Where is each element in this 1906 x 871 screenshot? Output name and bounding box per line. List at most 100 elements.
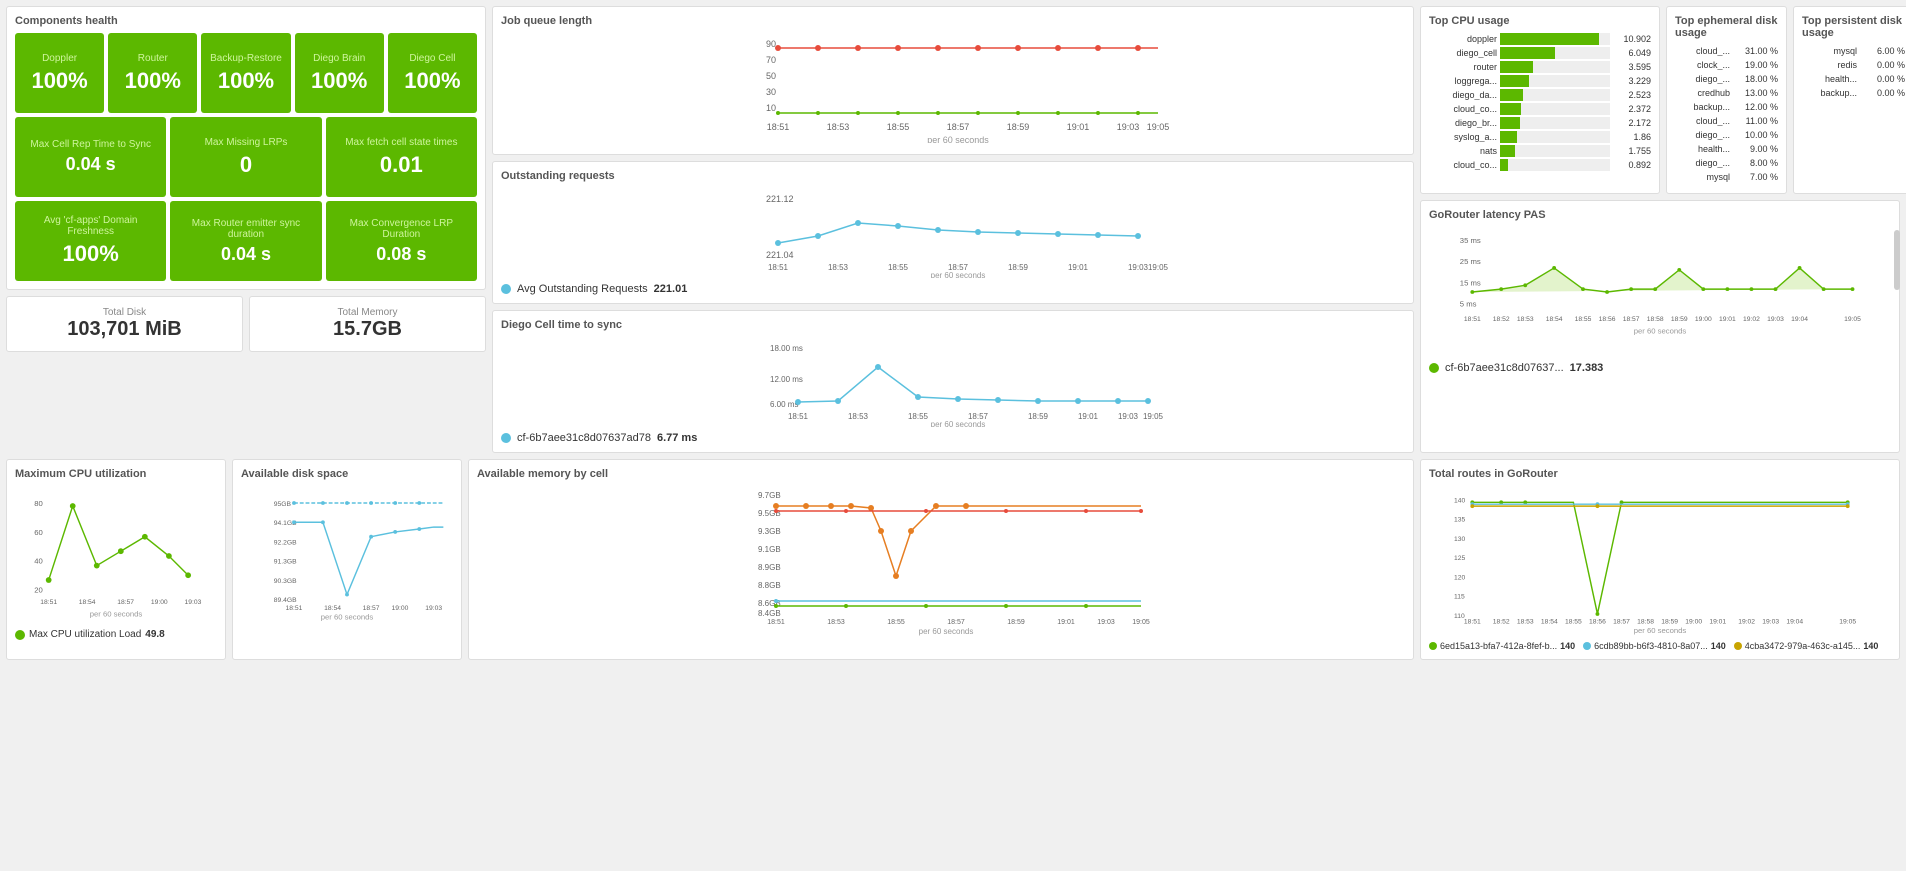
ephemeral-row: cloud_... 31.00 % — [1675, 45, 1778, 57]
svg-text:19:05: 19:05 — [1143, 412, 1164, 421]
total-routes-legend-item-0: 6ed15a13-bfa7-412a-8fef-b... 140 — [1429, 641, 1575, 651]
gorouterlatency-legend: cf-6b7aee31c8d07637... 17.383 — [1429, 362, 1891, 374]
svg-text:18:55: 18:55 — [1575, 316, 1592, 323]
ephemeral-row: diego_... 18.00 % — [1675, 73, 1778, 85]
svg-text:18:51: 18:51 — [1464, 619, 1481, 626]
cpu-row: diego_cell 6.049 — [1429, 47, 1651, 59]
svg-text:19:03: 19:03 — [1097, 619, 1115, 626]
svg-text:19:03: 19:03 — [1762, 619, 1779, 626]
top-cpu-panel: Top CPU usage doppler 10.902 diego_cell … — [1420, 6, 1660, 194]
svg-text:19:05: 19:05 — [1839, 619, 1856, 626]
total-disk-label: Total Disk — [17, 307, 232, 318]
avail-memory-panel: Available memory by cell 9.7GB 9.5GB 9.3… — [468, 459, 1414, 660]
svg-text:135: 135 — [1454, 517, 1465, 524]
scrollbar[interactable] — [1894, 230, 1900, 290]
gorouterlatency-title: GoRouter latency PAS — [1429, 209, 1891, 221]
svg-text:18:58: 18:58 — [1637, 619, 1654, 626]
svg-text:18:57: 18:57 — [1623, 316, 1640, 323]
persistent-row: redis 0.00 % — [1802, 59, 1905, 71]
svg-text:18:53: 18:53 — [848, 412, 869, 421]
svg-text:18:58: 18:58 — [1647, 316, 1664, 323]
svg-text:19:03: 19:03 — [425, 605, 442, 612]
avail-disk-panel: Available disk space 95GB 94.1GB 92.2GB … — [232, 459, 462, 660]
svg-text:18:51: 18:51 — [286, 605, 303, 612]
svg-text:per 60 seconds: per 60 seconds — [90, 610, 143, 619]
svg-text:18:54: 18:54 — [79, 599, 96, 606]
cpu-row: cloud_co... 0.892 — [1429, 159, 1651, 171]
svg-text:per 60 seconds: per 60 seconds — [927, 135, 989, 143]
svg-text:19:01: 19:01 — [1709, 619, 1726, 626]
svg-text:per 60 seconds: per 60 seconds — [321, 613, 374, 622]
svg-text:30: 30 — [766, 87, 776, 97]
svg-text:18:57: 18:57 — [363, 605, 380, 612]
svg-text:19:03: 19:03 — [185, 599, 202, 606]
avail-memory-chart: 9.7GB 9.5GB 9.3GB 9.1GB 8.9GB 8.8GB 8.6G… — [477, 486, 1405, 636]
max-cpu-chart: 80 60 40 20 18:51 18:54 18:57 19:00 19:0… — [15, 486, 217, 626]
health-card-doppler-label: Doppler — [42, 53, 77, 64]
svg-text:8.9GB: 8.9GB — [758, 563, 781, 572]
svg-text:120: 120 — [1454, 574, 1465, 581]
health-card-backup-restore: Backup-Restore 100% — [201, 33, 290, 113]
svg-text:19:05: 19:05 — [1844, 316, 1861, 323]
svg-text:18:52: 18:52 — [1493, 619, 1510, 626]
svg-text:125: 125 — [1454, 555, 1465, 562]
svg-text:18:55: 18:55 — [887, 122, 910, 132]
svg-text:91.3GB: 91.3GB — [274, 559, 297, 566]
health-card-convergence-lrp: Max Convergence LRP Duration 0.08 s — [326, 201, 477, 281]
svg-text:19:05: 19:05 — [1148, 263, 1169, 272]
svg-text:19:00: 19:00 — [1695, 316, 1712, 323]
total-memory-panel: Total Memory 15.7GB — [249, 296, 486, 352]
ephemeral-row: health... 9.00 % — [1675, 143, 1778, 155]
svg-text:18:57: 18:57 — [1613, 619, 1630, 626]
svg-text:18:54: 18:54 — [324, 605, 341, 612]
svg-text:89.4GB: 89.4GB — [274, 597, 297, 604]
outstanding-legend-dot — [501, 284, 511, 294]
svg-text:19:02: 19:02 — [1738, 619, 1755, 626]
svg-text:18:59: 18:59 — [1007, 619, 1025, 626]
svg-text:19:05: 19:05 — [1132, 619, 1150, 626]
diego-cell-legend-label: cf-6b7aee31c8d07637ad78 — [517, 432, 651, 444]
persistent-row: health... 0.00 % — [1802, 73, 1905, 85]
svg-text:9.1GB: 9.1GB — [758, 545, 781, 554]
cpu-row: syslog_a... 1.86 — [1429, 131, 1651, 143]
svg-text:90.3GB: 90.3GB — [274, 578, 297, 585]
max-cpu-title: Maximum CPU utilization — [15, 468, 217, 480]
svg-text:18:57: 18:57 — [947, 619, 965, 626]
svg-text:18:51: 18:51 — [1464, 316, 1481, 323]
svg-text:92.2GB: 92.2GB — [274, 539, 297, 546]
outstanding-requests-chart: 221.12 221.04 18:51 18:53 18 — [501, 188, 1405, 278]
top-cpu-rows: doppler 10.902 diego_cell 6.049 router 3… — [1429, 33, 1651, 171]
health-card-diego-brain: Diego Brain 100% — [295, 33, 384, 113]
top-ephemeral-rows: cloud_... 31.00 % clock_... 19.00 % dieg… — [1675, 45, 1778, 183]
svg-text:6.00 ms: 6.00 ms — [770, 400, 798, 409]
svg-text:18:56: 18:56 — [1589, 619, 1606, 626]
outstanding-legend-value: 221.01 — [654, 283, 688, 295]
svg-text:80: 80 — [34, 499, 43, 508]
svg-text:20: 20 — [34, 586, 43, 595]
svg-text:18:57: 18:57 — [117, 599, 134, 606]
svg-text:19:00: 19:00 — [392, 605, 409, 612]
svg-text:9.3GB: 9.3GB — [758, 527, 781, 536]
svg-text:19:04: 19:04 — [1791, 316, 1808, 323]
svg-text:221.04: 221.04 — [766, 250, 794, 260]
gorouterlatency-panel: GoRouter latency PAS 35 ms 25 ms 15 ms 5… — [1420, 200, 1900, 453]
components-health-title: Components health — [15, 15, 477, 27]
ephemeral-row: backup... 12.00 % — [1675, 101, 1778, 113]
svg-text:18:53: 18:53 — [827, 122, 850, 132]
gorouterlatency-legend-dot — [1429, 363, 1439, 373]
svg-text:18.00 ms: 18.00 ms — [770, 344, 803, 353]
svg-text:18:51: 18:51 — [767, 619, 785, 626]
svg-text:19:04: 19:04 — [1786, 619, 1803, 626]
diego-cell-legend: cf-6b7aee31c8d07637ad78 6.77 ms — [501, 432, 1405, 444]
outstanding-legend-label: Avg Outstanding Requests — [517, 283, 648, 295]
diego-cell-sync-chart: 18.00 ms 12.00 ms 6.00 ms 18:51 — [501, 337, 1405, 427]
svg-text:18:51: 18:51 — [767, 122, 790, 132]
top-persistent-rows: mysql 6.00 % redis 0.00 % health... 0.00… — [1802, 45, 1905, 99]
max-cpu-panel: Maximum CPU utilization 80 60 40 20 18:5… — [6, 459, 226, 660]
gorouterlatency-legend-label: cf-6b7aee31c8d07637... — [1445, 362, 1564, 374]
cpu-row: diego_br... 2.172 — [1429, 117, 1651, 129]
svg-text:115: 115 — [1454, 594, 1465, 601]
cpu-row: cloud_co... 2.372 — [1429, 103, 1651, 115]
max-cpu-legend: Max CPU utilization Load 49.8 — [15, 629, 217, 640]
svg-text:19:01: 19:01 — [1067, 122, 1090, 132]
